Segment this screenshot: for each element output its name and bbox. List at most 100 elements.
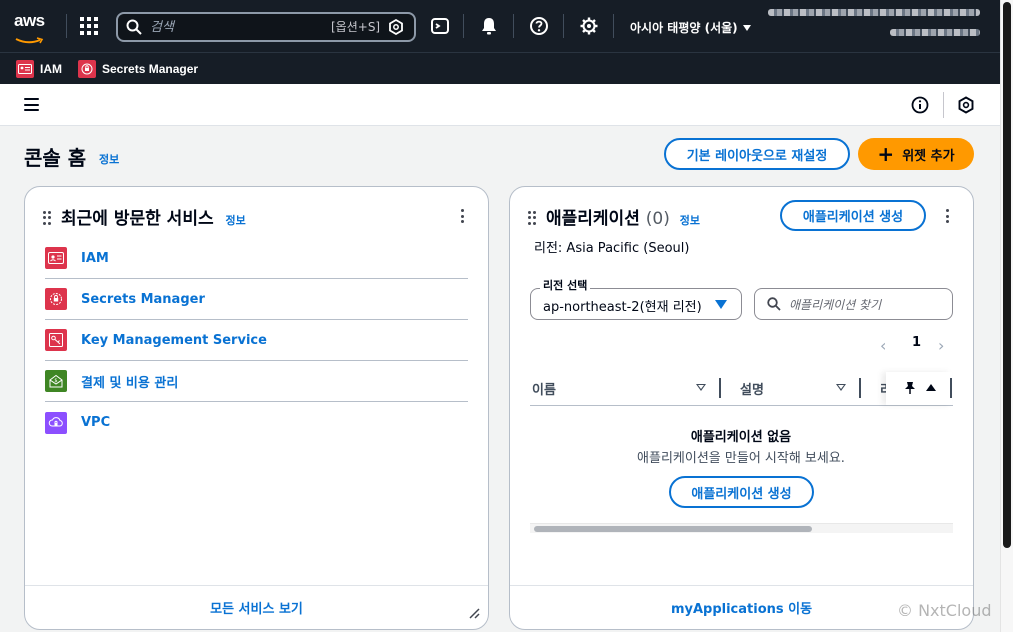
iam-icon (45, 247, 67, 269)
search-input[interactable] (150, 17, 330, 37)
settings-gear-icon[interactable] (579, 16, 599, 36)
favorite-iam[interactable]: IAM (16, 60, 62, 78)
svg-text:$: $ (54, 378, 57, 384)
region-label: 아시아 태평양 (서울) (630, 21, 738, 35)
top-navigation: aws [옵션+S] (0, 0, 1000, 52)
amazon-q-icon[interactable] (957, 96, 975, 114)
recent-services-widget: 최근에 방문한 서비스 정보 IAM Secrets Manager Key M… (24, 186, 489, 630)
reset-layout-button[interactable]: 기본 레이아웃으로 재설정 (664, 138, 850, 170)
caret-down-icon (742, 25, 751, 31)
service-label: IAM (81, 250, 109, 266)
pin-icon[interactable] (904, 381, 916, 395)
aws-logo-text: aws (14, 11, 45, 30)
more-actions-kebab-icon[interactable] (455, 207, 469, 225)
column-header-description[interactable]: 설명 (740, 379, 764, 398)
menu-hamburger-icon[interactable] (24, 98, 39, 111)
empty-state-description: 애플리케이션을 만들어 시작해 보세요. (637, 451, 845, 466)
empty-state-title: 애플리케이션 없음 (690, 430, 792, 445)
favorite-secrets-manager[interactable]: Secrets Manager (78, 60, 198, 78)
reset-layout-label: 기본 레이아웃으로 재설정 (686, 148, 828, 164)
applications-table-header: 이름 설명 리 (530, 372, 953, 406)
service-label: VPC (81, 415, 111, 430)
nav-divider (66, 14, 67, 38)
go-to-myapplications-link[interactable]: myApplications 이동 (671, 598, 812, 617)
applications-title: 애플리케이션 (546, 209, 640, 229)
create-application-label: 애플리케이션 생성 (802, 210, 904, 225)
vpc-icon (45, 411, 67, 434)
page-info-link[interactable]: 정보 (99, 151, 119, 167)
view-all-services-link[interactable]: 모든 서비스 보기 (210, 598, 303, 617)
help-icon[interactable] (529, 16, 549, 36)
sort-caret-icon[interactable] (696, 384, 706, 391)
notifications-bell-icon[interactable] (479, 16, 499, 36)
amazon-q-icon[interactable] (388, 19, 404, 35)
region-selector[interactable]: 아시아 태평양 (서울) (630, 19, 751, 36)
recent-services-info-link[interactable]: 정보 (226, 214, 246, 227)
add-widget-button[interactable]: + 위젯 추가 (858, 138, 974, 170)
service-link-billing[interactable]: $ 결제 및 비용 관리 (45, 361, 468, 402)
pagination: ‹ 1 › (880, 335, 952, 355)
applications-count: (0) (645, 209, 670, 229)
application-search[interactable] (754, 288, 953, 320)
plus-icon: + (877, 142, 895, 166)
toolbar-divider (943, 92, 944, 118)
account-menu[interactable] (766, 5, 986, 43)
drag-handle-icon[interactable] (43, 211, 51, 225)
console-toolbar (0, 84, 1000, 126)
scrollbar-thumb[interactable] (534, 526, 812, 532)
empty-create-application-label: 애플리케이션 생성 (691, 486, 792, 502)
global-search[interactable]: [옵션+S] (116, 12, 416, 42)
account-id-redacted (890, 29, 980, 36)
favorite-label: IAM (40, 62, 62, 76)
service-link-iam[interactable]: IAM (45, 238, 468, 279)
account-name-redacted (768, 9, 980, 16)
chevron-right-icon[interactable]: › (938, 336, 952, 355)
create-application-button[interactable]: 애플리케이션 생성 (780, 200, 926, 231)
aws-logo[interactable]: aws (14, 11, 50, 44)
search-icon (767, 297, 781, 311)
table-horizontal-scrollbar[interactable] (530, 523, 953, 533)
secrets-manager-icon (45, 288, 67, 310)
kms-icon (45, 329, 67, 351)
page-vertical-scrollbar[interactable] (1000, 0, 1013, 632)
nav-divider (613, 14, 614, 38)
service-link-secrets-manager[interactable]: Secrets Manager (45, 279, 468, 320)
application-search-input[interactable] (789, 295, 944, 315)
service-link-kms[interactable]: Key Management Service (45, 320, 468, 361)
service-label: 결제 및 비용 관리 (81, 375, 179, 391)
applications-widget: 애플리케이션 (0) 정보 애플리케이션 생성 리전: Asia Pacific… (509, 186, 974, 630)
cloudshell-icon[interactable] (430, 16, 450, 36)
region-select-value: ap-northeast-2(현재 리전) (543, 300, 702, 315)
sticky-column-overlay (886, 372, 952, 405)
page-title: 콘솔 홈 (24, 146, 87, 170)
drag-handle-icon[interactable] (528, 211, 536, 225)
services-grid-icon[interactable] (80, 17, 98, 35)
column-resizer[interactable] (950, 378, 952, 398)
info-circle-icon[interactable] (911, 96, 929, 114)
scrollbar-thumb[interactable] (1003, 2, 1011, 548)
column-resizer[interactable] (719, 378, 721, 398)
sort-caret-icon[interactable] (836, 384, 846, 391)
column-resizer[interactable] (859, 378, 861, 398)
applications-info-link[interactable]: 정보 (680, 214, 700, 227)
favorites-bar: IAM Secrets Manager (0, 52, 1000, 84)
more-actions-kebab-icon[interactable] (940, 207, 954, 225)
search-icon (126, 19, 142, 35)
caret-down-icon (715, 300, 727, 309)
iam-service-icon (16, 60, 34, 78)
resize-handle-icon[interactable] (468, 607, 480, 619)
billing-icon: $ (45, 370, 67, 392)
service-link-vpc[interactable]: VPC (45, 402, 468, 443)
favorite-label: Secrets Manager (102, 62, 199, 76)
service-label: Secrets Manager (81, 291, 205, 307)
add-widget-label: 위젯 추가 (902, 148, 955, 164)
empty-create-application-button[interactable]: 애플리케이션 생성 (669, 476, 814, 508)
column-header-name[interactable]: 이름 (532, 379, 556, 398)
nav-divider (513, 14, 514, 38)
nav-divider (563, 14, 564, 38)
chevron-left-icon[interactable]: ‹ (880, 336, 894, 355)
page-number[interactable]: 1 (912, 335, 921, 350)
sort-ascending-icon[interactable] (926, 384, 936, 391)
aws-smile-icon (15, 37, 44, 44)
